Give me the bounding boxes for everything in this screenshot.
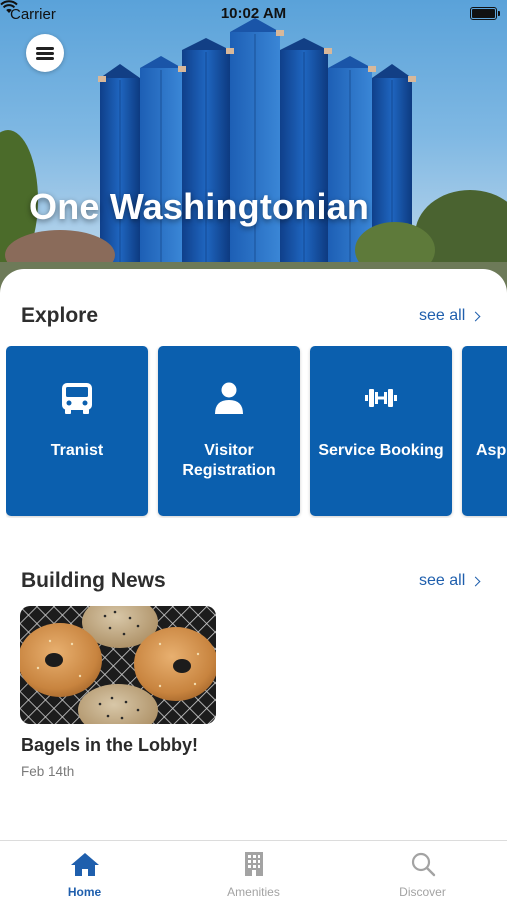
hamburger-menu-icon — [36, 46, 54, 60]
tile-label: Service Booking — [318, 442, 444, 459]
main-content: Explore see all Tranist Visitor Registra… — [0, 269, 507, 841]
status-time: 10:02 AM — [220, 5, 287, 22]
explore-carousel[interactable]: Tranist Visitor Registration Service Boo… — [6, 346, 507, 518]
tab-label: Home — [67, 885, 102, 899]
building-icon — [244, 852, 263, 876]
menu-button[interactable] — [26, 34, 64, 72]
tab-label: Discover — [399, 885, 446, 899]
building-photo — [0, 18, 507, 300]
status-bar: Carrier 10:02 AM — [0, 0, 507, 28]
news-see-all-link[interactable]: see all — [419, 572, 481, 590]
tile-partial[interactable]: Asp — [462, 346, 507, 516]
hero-banner: Carrier 10:02 AM One Washingtonian — [0, 0, 507, 300]
explore-see-all-link[interactable]: see all — [419, 307, 481, 325]
see-all-label: see all — [419, 572, 466, 589]
chevron-right-icon — [470, 576, 481, 587]
home-icon — [70, 853, 99, 876]
bus-icon — [62, 383, 92, 414]
dumbbell-icon — [365, 389, 397, 407]
battery-icon — [470, 7, 500, 20]
tab-discover[interactable]: Discover — [338, 841, 507, 900]
building-title: One Washingtonian — [29, 186, 370, 227]
building-news-title: Building News — [21, 569, 166, 592]
tile-label: Visitor Registration — [182, 442, 276, 479]
bagels-photo — [20, 606, 216, 724]
tab-bar: Home Amenities Discover — [0, 840, 507, 900]
tab-amenities[interactable]: Amenities — [169, 841, 338, 900]
tab-label: Amenities — [227, 885, 280, 899]
news-item-title[interactable]: Bagels in the Lobby! — [21, 735, 198, 756]
explore-title: Explore — [21, 304, 99, 327]
tile-label: Tranist — [50, 442, 104, 459]
chevron-right-icon — [470, 311, 481, 322]
search-icon — [411, 852, 435, 877]
tab-home[interactable]: Home — [0, 841, 169, 900]
tile-label: Asp — [476, 442, 507, 459]
person-icon — [215, 382, 243, 414]
tile-visitor-registration[interactable]: Visitor Registration — [158, 346, 300, 516]
news-image-bagels[interactable] — [20, 606, 216, 724]
tile-transit[interactable]: Tranist — [6, 346, 148, 516]
tile-service-booking[interactable]: Service Booking — [310, 346, 452, 516]
see-all-label: see all — [419, 307, 466, 324]
news-item-date: Feb 14th — [21, 764, 75, 779]
